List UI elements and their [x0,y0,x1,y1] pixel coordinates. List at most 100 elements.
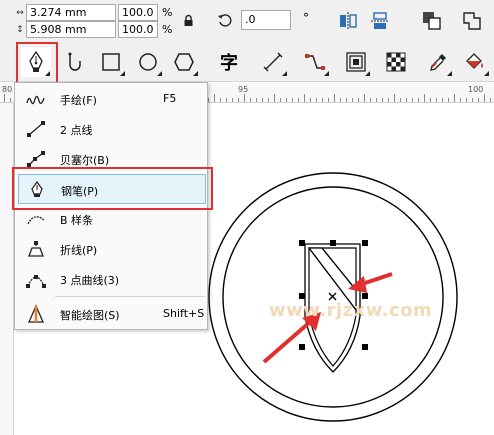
ruler-tick [232,98,233,102]
vertical-ruler [0,103,14,435]
ruler-tick [10,98,11,102]
scale-x-field[interactable]: 100.0 [118,4,158,21]
height-row: ↕ 5.908 mm [14,21,116,38]
scale-y-field[interactable]: 100.0 [118,21,158,38]
bezier-icon [25,149,47,169]
ruler-tick [376,98,377,102]
connector-tool-button[interactable] [300,47,330,77]
ruler-tick [358,98,359,102]
text-tool-button[interactable]: 字 [214,47,244,77]
menu-item-label: 手绘(F) [60,92,97,108]
menu-item-smart-drawing[interactable]: 智能绘图(S) Shift+S [15,299,207,329]
property-bar: ↔ 3.274 mm ↕ 5.908 mm 100.0 % 100.0 % [0,0,494,42]
ruler-tick [430,98,431,102]
b-spline-icon [25,209,47,229]
rotation-field[interactable]: .0 [241,10,291,30]
ruler-tick [394,94,395,102]
ruler-tick [460,98,461,102]
ruler-tick [370,98,371,102]
ruler-tick [250,98,251,102]
ruler-tick [322,98,323,102]
width-row: ↔ 3.274 mm [14,4,116,21]
ruler-tick [304,94,305,102]
mirror-horizontal-icon[interactable] [337,10,359,32]
contour-tool-button[interactable] [341,47,371,77]
rotate-icon [216,11,234,29]
arrange-icon[interactable] [420,9,444,33]
ruler-tick [436,98,437,102]
ruler-tick [442,98,443,102]
ruler-tick [478,98,479,102]
menu-item-label: 智能绘图(S) [60,307,120,323]
drawing-canvas[interactable] [208,103,494,435]
ruler-tick [310,98,311,102]
smart-drawing-icon [25,304,47,324]
scale-y-unit: % [162,23,172,36]
ruler-tick [214,94,215,102]
ruler-tick [364,94,365,102]
height-field[interactable]: 5.908 mm [26,21,116,38]
menu-item-label: 3 点曲线(3) [60,272,119,288]
toolbox: 字 [0,42,494,82]
ruler-tick [424,94,425,102]
watermark-text: www.rjzxw.com [269,300,432,321]
ruler-tick [208,98,209,102]
scale-x-unit: % [162,6,172,19]
smart-fill-tool-button[interactable] [60,47,90,77]
ruler-tick [340,98,341,102]
ruler-tick [490,98,491,102]
ruler-tick [412,98,413,102]
ruler-tick [262,98,263,102]
menu-item-three-point-curve[interactable]: 3 点曲线(3) [15,264,207,294]
ruler-tick [472,98,473,102]
menu-item-shortcut: Shift+S [163,307,204,320]
transparency-tool-button[interactable] [381,47,411,77]
ruler-tick [484,94,485,102]
ruler-tick [238,98,239,102]
ruler-label-100: 100 [468,85,483,94]
dimension-tool-button[interactable] [258,47,288,77]
pen-menu-item-highlight-frame [12,167,213,210]
polyline-icon [25,239,47,259]
freehand-icon [25,89,47,109]
mirror-vertical-icon[interactable] [369,10,391,32]
menu-item-polyline[interactable]: 折线(P) [15,234,207,264]
height-icon: ↕ [14,22,26,37]
scale-y-row: 100.0 % [118,21,172,38]
ruler-tick [466,98,467,102]
three-point-curve-icon [25,269,47,289]
ruler-label-95: 95 [238,85,248,94]
menu-item-freehand[interactable]: 手绘(F) F5 [15,84,207,114]
ruler-label-80: 80 [2,85,12,94]
ruler-tick [292,98,293,102]
menu-item-label: B 样条 [60,212,93,228]
canvas-drawing [208,103,494,435]
scale-x-row: 100.0 % [118,4,172,21]
ruler-tick [352,98,353,102]
polygon-tool-button[interactable] [169,47,199,77]
ruler-tick [346,98,347,102]
menu-item-label: 2 点线 [60,122,93,138]
rectangle-tool-button[interactable] [96,47,126,77]
ruler-tick [388,98,389,102]
eyedropper-tool-button[interactable] [423,47,453,77]
width-field[interactable]: 3.274 mm [26,4,116,21]
width-icon: ↔ [14,5,26,20]
ruler-tick [226,98,227,102]
ruler-tick [220,98,221,102]
interactive-fill-tool-button[interactable] [460,47,490,77]
ruler-tick [298,98,299,102]
ruler-tick [400,98,401,102]
ellipse-tool-button[interactable] [133,47,163,77]
menu-item-two-point-line[interactable]: 2 点线 [15,114,207,144]
ruler-tick [382,98,383,102]
shape-combine-icon[interactable] [460,9,484,33]
ruler-tick [256,98,257,102]
ruler-tick [268,98,269,102]
ruler-tick [406,98,407,102]
ruler-tick [448,98,449,102]
ruler-tick [316,98,317,102]
lock-ratio-icon[interactable] [181,12,195,28]
menu-item-label: 贝塞尔(B) [60,152,109,168]
ruler-tick [244,94,245,102]
